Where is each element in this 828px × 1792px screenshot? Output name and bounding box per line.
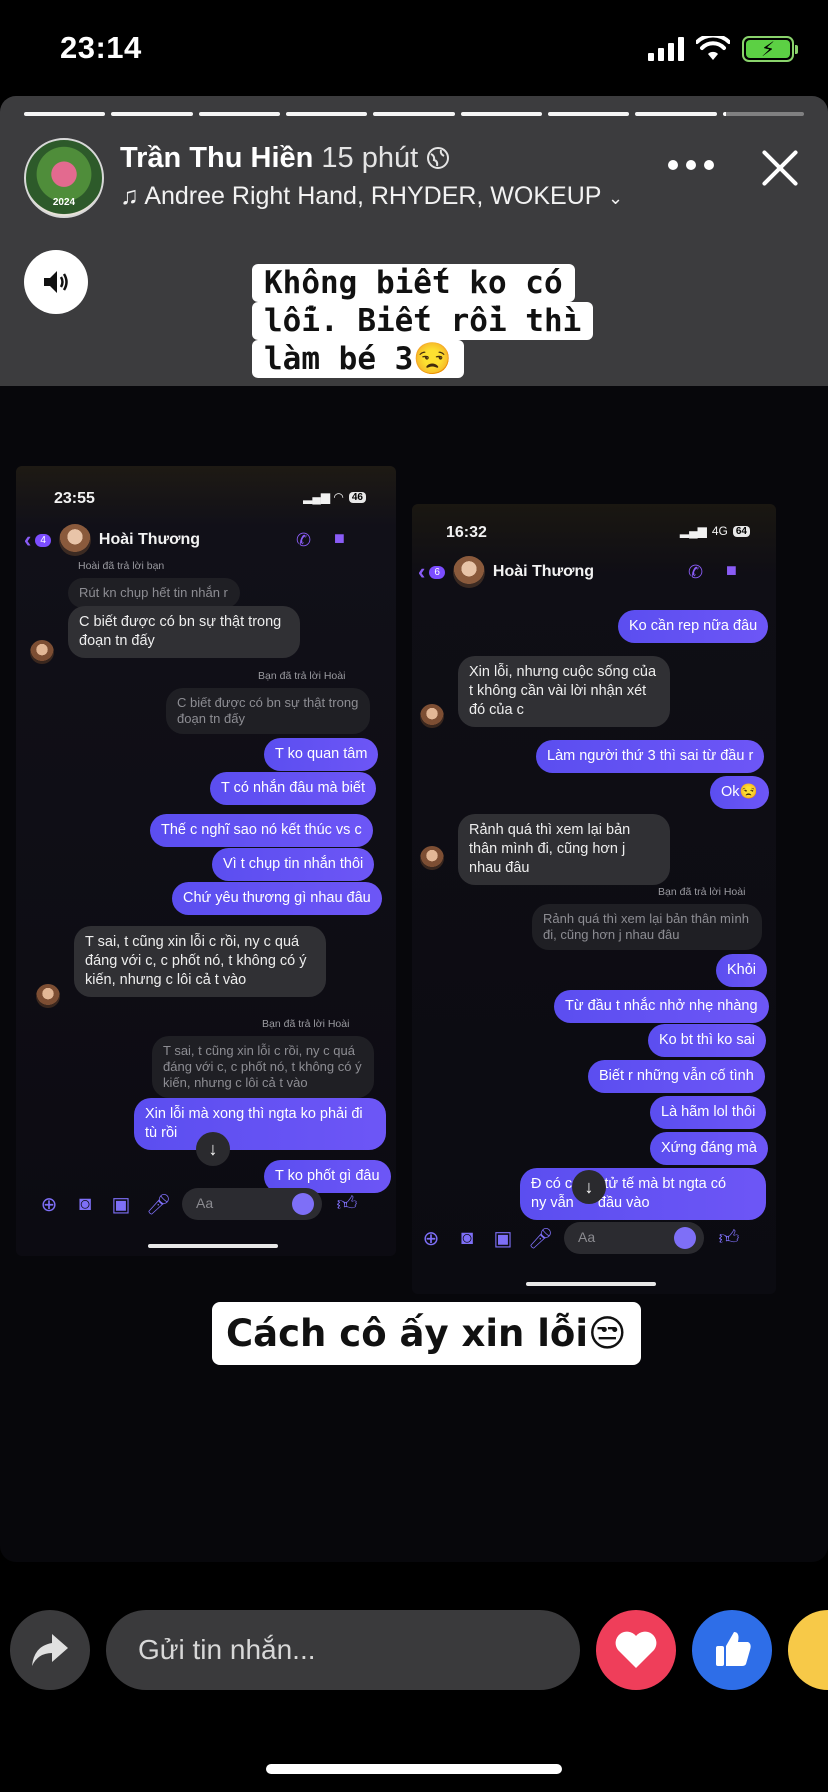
video-icon: ■	[726, 560, 737, 580]
plus-icon: ⊕	[40, 1193, 58, 1216]
story-caption-bottom: Cách cô ấy xin lỗi😒	[212, 1302, 641, 1365]
outgoing-message: Xin lỗi mà xong thì ngta ko phải đi tù r…	[134, 1098, 386, 1150]
outgoing-message: Đ có c o tử tế mà bt ngta có ny vẫn đầu …	[520, 1168, 766, 1220]
screenshot-time: 16:32	[446, 524, 487, 541]
globe-icon	[427, 147, 450, 169]
signal-icon	[648, 37, 684, 61]
quoted-message: Rảnh quá thì xem lại bản thân mình đi, c…	[532, 904, 762, 950]
scroll-down-icon: ↓	[196, 1132, 230, 1166]
like-icon: 👍︎	[718, 1227, 740, 1249]
reply-bar: Gửi tin nhắn...	[0, 1606, 828, 1702]
chat-composer: ⊕ ◙ ▣ 🎤︎ Aa 👍︎	[16, 1188, 396, 1220]
status-icons: ⚡	[648, 36, 798, 62]
plus-icon: ⊕	[422, 1227, 440, 1250]
outgoing-message: Vì t chụp tin nhắn thôi	[212, 848, 375, 881]
close-icon[interactable]	[756, 144, 804, 192]
owner-name[interactable]: Trần Thu Hiền	[120, 142, 313, 174]
back-icon: ‹	[418, 559, 426, 584]
scroll-down-icon: ↓	[572, 1170, 606, 1204]
phone-icon: ✆	[296, 530, 312, 550]
contact-mini-avatar	[30, 640, 54, 664]
screenshot-status: ▂▄▆ 4G 64	[680, 524, 750, 538]
outgoing-message: Thế c nghĩ sao nó kết thúc vs c	[150, 814, 373, 847]
share-icon[interactable]	[10, 1610, 90, 1690]
chat-input: Aa	[564, 1222, 704, 1254]
contact-avatar	[452, 556, 485, 588]
music-title[interactable]: Andree Right Hand, RHYDER, WOKEUP	[144, 182, 601, 210]
story-header-area: 2024 Trần Thu Hiền 15 phút ♫ Andree Righ…	[0, 96, 828, 386]
chat-header: ‹ 6 Hoài Thương	[412, 556, 776, 588]
outgoing-message: Chứ yêu thương gì nhau đâu	[172, 882, 382, 915]
unread-badge: 4	[35, 533, 51, 547]
unread-badge: 6	[429, 565, 445, 579]
music-icon: ♫	[120, 182, 139, 210]
outgoing-message: Từ đầu t nhắc nhở nhẹ nhàng	[554, 990, 769, 1023]
quoted-message: T sai, t cũng xin lỗi c rồi, ny c quá đá…	[152, 1036, 374, 1098]
outgoing-message: Xứng đáng mà	[650, 1132, 768, 1165]
outgoing-message: Là hãm lol thôi	[650, 1096, 767, 1129]
camera-icon: ◙	[78, 1192, 92, 1215]
contact-mini-avatar	[420, 704, 444, 728]
back-icon: ‹	[24, 527, 32, 552]
like-icon[interactable]	[692, 1610, 772, 1690]
reply-label: Hoài đã trả lời bạn	[78, 560, 165, 572]
incoming-message: T sai, t cũng xin lỗi c rồi, ny c quá đá…	[74, 926, 326, 997]
reply-label: Bạn đã trả lời Hoài	[262, 1018, 350, 1030]
message-input[interactable]: Gửi tin nhắn...	[106, 1610, 580, 1690]
home-indicator	[526, 1282, 656, 1286]
reply-label: Bạn đã trả lời Hoài	[658, 886, 746, 898]
contact-avatar	[58, 524, 91, 556]
status-time: 23:14	[60, 30, 142, 65]
heart-icon[interactable]	[596, 1610, 676, 1690]
haha-icon[interactable]	[788, 1610, 828, 1690]
outgoing-message: Ko cần rep nữa đâu	[618, 610, 769, 643]
video-icon: ■	[334, 528, 345, 548]
story-owner[interactable]: Trần Thu Hiền 15 phút	[120, 142, 450, 175]
story-viewer: 2024 Trần Thu Hiền 15 phút ♫ Andree Righ…	[0, 96, 828, 1562]
outgoing-message: Làm người thứ 3 thì sai từ đầu r	[536, 740, 765, 773]
speaker-icon[interactable]	[24, 250, 88, 314]
quoted-message: C biết được có bn sự thật trong đoạn tn …	[166, 688, 370, 734]
story-caption-top: Không biết ko có lỗi. Biết rồi thì làm b…	[252, 264, 594, 378]
incoming-message: Rảnh quá thì xem lại bản thân mình đi, c…	[458, 814, 670, 885]
wifi-icon	[696, 36, 730, 60]
mic-icon: 🎤︎	[146, 1193, 172, 1216]
phone-icon: ✆	[688, 562, 704, 582]
status-bar: 23:14 ⚡	[0, 0, 828, 96]
outgoing-message: T ko quan tâm	[264, 738, 379, 771]
incoming-message: C biết được có bn sự thật trong đoạn tn …	[68, 606, 300, 658]
chat-screenshot-left: 23:55 ▂▄▆ ◠ 46 ‹ 4 Hoài Thương ✆ ■ Hoài …	[16, 466, 396, 1256]
outgoing-message: Ok😒	[710, 776, 769, 809]
image-icon: ▣	[111, 1193, 131, 1216]
outgoing-message: T có nhắn đâu mà biết	[210, 772, 377, 805]
contact-name: Hoài Thương	[492, 563, 595, 580]
contact-mini-avatar	[36, 984, 60, 1008]
chat-screenshot-right: 16:32 ▂▄▆ 4G 64 ‹ 6 Hoài Thương ✆ ■ Ko cần…	[412, 504, 776, 1294]
incoming-message: Xin lỗi, nhưng cuộc sống của t không cần…	[458, 656, 670, 727]
screenshot-status: ▂▄▆ ◠ 46	[303, 490, 366, 504]
reply-label: Bạn đã trả lời Hoài	[258, 670, 346, 682]
more-icon[interactable]	[668, 160, 714, 170]
contact-mini-avatar	[420, 846, 444, 870]
outgoing-message: Khỏi	[716, 954, 768, 987]
battery-icon: ⚡	[742, 36, 798, 62]
story-owner-avatar[interactable]: 2024	[24, 138, 104, 218]
like-icon: 👍︎	[336, 1193, 358, 1215]
quoted-message: Rút kn chụp hết tin nhắn r	[68, 578, 240, 608]
chevron-down-icon[interactable]: ⌄	[608, 188, 623, 208]
home-indicator	[148, 1244, 278, 1248]
outgoing-message: Biết r những vẫn cố tình	[588, 1060, 765, 1093]
music-attribution[interactable]: ♫ Andree Right Hand, RHYDER, WOKEUP ⌄	[120, 182, 623, 211]
screenshot-time: 23:55	[54, 490, 95, 507]
image-icon: ▣	[493, 1227, 513, 1250]
posted-time: 15 phút	[321, 142, 419, 174]
mic-icon: 🎤︎	[528, 1227, 554, 1250]
story-progress	[24, 112, 804, 116]
home-indicator	[266, 1764, 562, 1774]
outgoing-message: Ko bt thì ko sai	[648, 1024, 766, 1057]
chat-input: Aa	[182, 1188, 322, 1220]
chat-composer: ⊕ ◙ ▣ 🎤︎ Aa 👍︎	[412, 1222, 776, 1254]
camera-icon: ◙	[460, 1226, 474, 1249]
contact-name: Hoài Thương	[98, 531, 201, 548]
